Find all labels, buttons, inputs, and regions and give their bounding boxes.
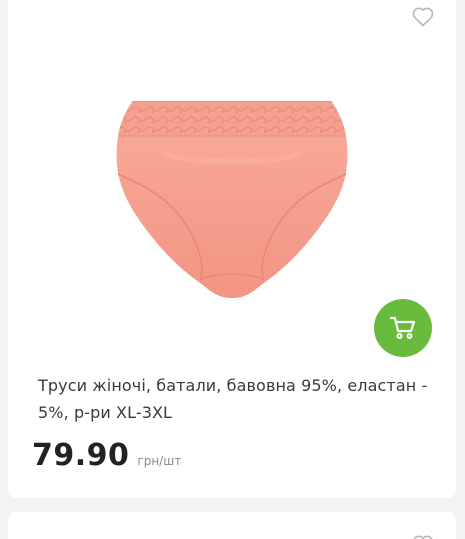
product-listing: Труси жіночі, батали, бавовна 95%, еласт… — [0, 0, 465, 539]
price-block: 79.90 грн/шт — [32, 438, 181, 473]
heart-icon[interactable] — [412, 7, 434, 27]
product-title[interactable]: Труси жіночі, батали, бавовна 95%, еласт… — [38, 372, 430, 426]
product-card[interactable]: Труси жіночі, батали, бавовна 95%, еласт… — [8, 0, 456, 498]
product-price: 79.90 — [32, 438, 130, 473]
shopping-cart-icon — [389, 316, 416, 339]
heart-icon[interactable] — [412, 535, 434, 539]
next-product-card[interactable] — [8, 512, 456, 539]
product-image[interactable] — [104, 94, 360, 304]
price-unit: грн/шт — [137, 454, 182, 468]
add-to-cart-button[interactable] — [374, 299, 432, 357]
